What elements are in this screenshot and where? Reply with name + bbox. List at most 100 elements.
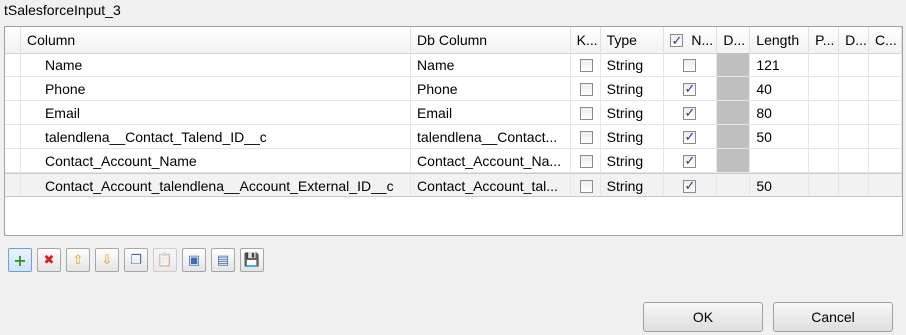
- cell-date-pattern[interactable]: [717, 125, 751, 149]
- table-row[interactable]: talendlena__Contact_Talend_ID__c talendle…: [5, 125, 902, 149]
- header-length[interactable]: Length: [750, 27, 810, 53]
- cell-type[interactable]: String: [600, 77, 665, 101]
- table-row[interactable]: PhonePhone String 40: [5, 77, 902, 101]
- cell-key[interactable]: [570, 125, 601, 149]
- cell-db-column[interactable]: talendlena__Contact...: [411, 125, 571, 149]
- cell-default[interactable]: [839, 77, 870, 101]
- cell-key[interactable]: [570, 101, 601, 125]
- cell-date-pattern[interactable]: [717, 149, 751, 173]
- cell-comment[interactable]: [869, 173, 902, 197]
- cell-key[interactable]: [570, 77, 601, 101]
- key-checkbox[interactable]: [579, 154, 593, 168]
- cell-length[interactable]: 80: [750, 101, 810, 125]
- cell-column[interactable]: Name: [20, 53, 412, 77]
- header-type[interactable]: Type: [601, 27, 665, 53]
- ok-button[interactable]: OK: [643, 302, 763, 332]
- cell-length[interactable]: [750, 149, 810, 173]
- remove-button[interactable]: ✖: [37, 248, 61, 272]
- cell-length[interactable]: 40: [750, 77, 810, 101]
- cell-nullable[interactable]: [664, 101, 718, 125]
- cell-db-column[interactable]: Email: [411, 101, 571, 125]
- header-column[interactable]: Column: [21, 27, 412, 53]
- cell-type[interactable]: String: [600, 101, 665, 125]
- nullable-checkbox[interactable]: [683, 78, 697, 100]
- cell-key[interactable]: [570, 53, 601, 77]
- cell-comment[interactable]: [869, 77, 902, 101]
- header-date-pattern[interactable]: D...: [717, 27, 751, 53]
- cell-precision[interactable]: [809, 125, 840, 149]
- header-default[interactable]: D...: [839, 27, 870, 53]
- cell-precision[interactable]: [809, 173, 840, 197]
- cell-precision[interactable]: [809, 149, 840, 173]
- cell-date-pattern[interactable]: [717, 101, 751, 125]
- cell-db-column[interactable]: Contact_Account_Na...: [411, 149, 571, 173]
- header-key[interactable]: K...: [571, 27, 601, 53]
- key-checkbox[interactable]: [579, 130, 593, 144]
- cell-length[interactable]: 121: [750, 53, 810, 77]
- cell-default[interactable]: [839, 53, 870, 77]
- move-down-button[interactable]: ⇩: [95, 248, 119, 272]
- import-button[interactable]: ▣: [182, 248, 206, 272]
- cell-type[interactable]: String: [600, 125, 665, 149]
- table-row[interactable]: Contact_Account_talendlena__Account_Exte…: [5, 173, 902, 197]
- nullable-checkbox[interactable]: [683, 150, 697, 172]
- cell-db-column[interactable]: Phone: [411, 77, 571, 101]
- cell-comment[interactable]: [869, 125, 902, 149]
- save-button[interactable]: 💾: [240, 248, 264, 272]
- cell-key[interactable]: [570, 173, 601, 197]
- table-row[interactable]: Contact_Account_Name Contact_Account_Na..…: [5, 149, 902, 173]
- cell-column[interactable]: Phone: [20, 77, 412, 101]
- key-checkbox[interactable]: [579, 179, 593, 193]
- cell-type[interactable]: String: [600, 149, 665, 173]
- cell-default[interactable]: [839, 149, 870, 173]
- key-checkbox[interactable]: [579, 58, 593, 72]
- cell-default[interactable]: [839, 101, 870, 125]
- header-precision[interactable]: P...: [809, 27, 840, 53]
- cancel-button[interactable]: Cancel: [773, 302, 893, 332]
- cell-db-column[interactable]: Name: [411, 53, 571, 77]
- paste-button[interactable]: 📋: [153, 248, 177, 272]
- cell-precision[interactable]: [809, 101, 840, 125]
- cell-nullable[interactable]: [664, 149, 718, 173]
- cell-type[interactable]: String: [600, 53, 665, 77]
- cell-column[interactable]: Contact_Account_Name: [20, 149, 412, 173]
- select-all-checkbox[interactable]: [670, 29, 684, 53]
- add-button[interactable]: +: [8, 248, 32, 272]
- cell-default[interactable]: [839, 173, 870, 197]
- copy-button[interactable]: ❐: [124, 248, 148, 272]
- cell-column[interactable]: talendlena__Contact_Talend_ID__c: [20, 125, 412, 149]
- table-row[interactable]: EmailEmail String 80: [5, 101, 902, 125]
- cell-nullable[interactable]: [664, 173, 718, 197]
- cell-date-pattern[interactable]: [717, 173, 751, 197]
- nullable-checkbox[interactable]: [683, 175, 697, 196]
- cell-length[interactable]: 50: [750, 125, 810, 149]
- nullable-checkbox[interactable]: [683, 126, 697, 148]
- cell-date-pattern[interactable]: [717, 77, 751, 101]
- cell-precision[interactable]: [809, 77, 840, 101]
- header-comment[interactable]: C...: [869, 27, 902, 53]
- cell-type[interactable]: String: [600, 173, 665, 197]
- cell-precision[interactable]: [809, 53, 840, 77]
- cell-date-pattern[interactable]: [717, 53, 751, 77]
- key-checkbox[interactable]: [579, 82, 593, 96]
- header-nullable[interactable]: N...: [664, 27, 718, 53]
- nullable-checkbox[interactable]: [683, 58, 697, 72]
- cell-column[interactable]: Contact_Account_talendlena__Account_Exte…: [20, 173, 412, 197]
- cell-length[interactable]: 50: [750, 173, 810, 197]
- cell-comment[interactable]: [869, 149, 902, 173]
- cell-db-column[interactable]: Contact_Account_tal...: [411, 173, 571, 197]
- cell-nullable[interactable]: [664, 125, 718, 149]
- move-up-button[interactable]: ⇧: [66, 248, 90, 272]
- export-button[interactable]: ▤: [211, 248, 235, 272]
- cell-nullable[interactable]: [664, 53, 718, 77]
- table-row[interactable]: Name Name String 121: [5, 53, 902, 77]
- nullable-checkbox[interactable]: [683, 102, 697, 124]
- cell-column[interactable]: Email: [20, 101, 412, 125]
- cell-comment[interactable]: [869, 53, 902, 77]
- header-db-column[interactable]: Db Column: [411, 27, 571, 53]
- cell-key[interactable]: [570, 149, 601, 173]
- cell-default[interactable]: [839, 125, 870, 149]
- cell-nullable[interactable]: [664, 77, 718, 101]
- key-checkbox[interactable]: [579, 106, 593, 120]
- cell-comment[interactable]: [869, 101, 902, 125]
